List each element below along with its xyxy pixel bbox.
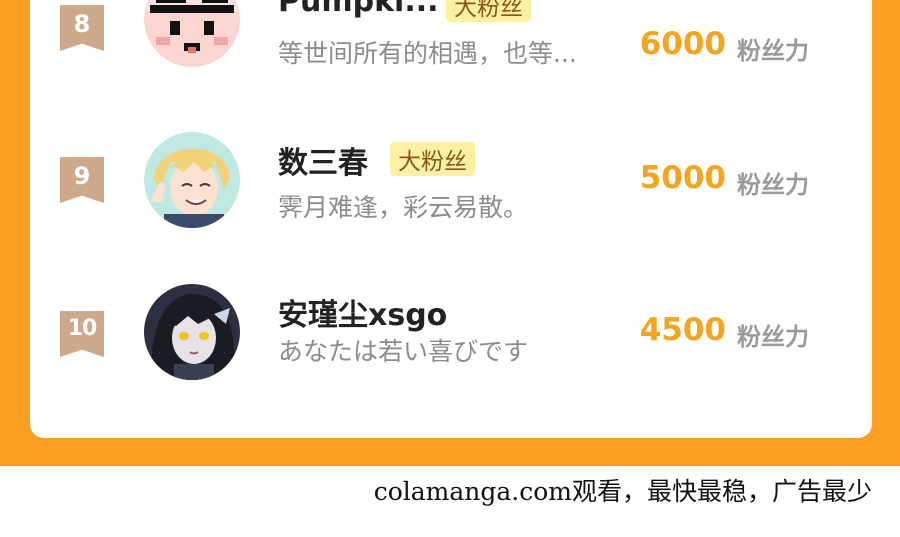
fan-level-badge: 大粉丝 [390, 142, 475, 176]
rank-ribbon: 9 [60, 157, 104, 203]
user-name[interactable]: 安瑾尘xsgo [278, 290, 447, 334]
list-item[interactable]: 9 数三春 大粉丝 霁月难逢，彩云易散。 5000 粉丝力 [30, 122, 872, 232]
rank-ribbon: 8 [60, 5, 104, 51]
anime-boy-avatar-icon [144, 132, 240, 228]
fan-power-score: 4500 [639, 312, 726, 348]
user-bio: あなたは若い喜びです [278, 337, 529, 366]
dark-hair-girl-avatar-icon [144, 284, 240, 380]
user-bio: 霁月难逢，彩云易散。 [278, 193, 529, 222]
fan-power-unit: 粉丝力 [737, 323, 809, 351]
footer: colamanga.com观看，最快最稳，广告最少 [0, 466, 900, 537]
fan-power-unit: 粉丝力 [737, 171, 809, 199]
fan-power-score: 5000 [639, 160, 726, 196]
pixel-face-avatar-icon [144, 0, 240, 67]
avatar[interactable] [144, 132, 240, 228]
rank-ribbon: 10 [60, 311, 104, 357]
leaderboard-panel: 8 Pumpki... 大粉丝 等世间所有的相遇，也等... 6000 粉丝力 … [30, 0, 872, 438]
user-bio: 等世间所有的相遇，也等... [278, 39, 577, 68]
avatar[interactable] [144, 284, 240, 380]
avatar[interactable] [144, 0, 240, 67]
list-item[interactable]: 8 Pumpki... 大粉丝 等世间所有的相遇，也等... 6000 粉丝力 [30, 0, 872, 74]
user-name[interactable]: 数三春 [278, 138, 368, 182]
fan-power-unit: 粉丝力 [737, 37, 809, 65]
fan-level-badge: 大粉丝 [446, 0, 531, 22]
user-name[interactable]: Pumpki... [278, 0, 439, 19]
site-watermark-text[interactable]: colamanga.com观看，最快最稳，广告最少 [374, 472, 872, 508]
list-item[interactable]: 10 安瑾尘xsgo あなたは若い喜びです 4500 粉丝力 [30, 278, 872, 388]
fan-power-score: 6000 [639, 26, 726, 62]
